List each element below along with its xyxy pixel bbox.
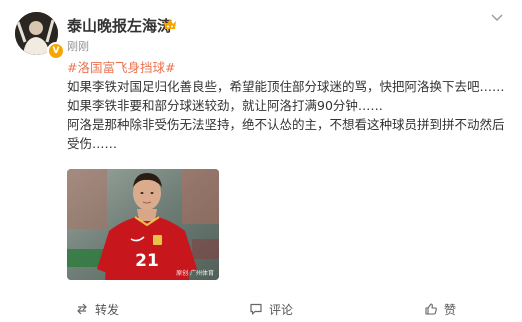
player-photo: 21 <box>67 169 219 280</box>
post-time[interactable]: 刚刚 <box>67 38 89 54</box>
thumbs-up-icon <box>425 303 437 315</box>
comment-button[interactable]: 评论 <box>249 296 293 322</box>
like-button[interactable]: 赞 <box>424 296 456 322</box>
repost-button[interactable]: 转发 <box>75 296 119 322</box>
comment-icon <box>250 303 262 315</box>
post-line-1: 如果李铁对国足归化善良些，希望能顶住部分球迷的骂，快把阿洛换下去吧…… <box>67 79 505 94</box>
action-bar: 转发 评论 赞 <box>0 296 522 322</box>
jersey-number: 21 <box>135 251 159 271</box>
post-image[interactable]: 21 原创 广州体育 <box>67 169 219 280</box>
comment-label: 评论 <box>269 302 294 317</box>
post-line-2: 如果李铁非要和部分球迷较劲，就让阿洛打满90分钟…… <box>67 98 383 113</box>
post-content: #洛国富飞身挡球# 如果李铁对国足归化善良些，希望能顶住部分球迷的骂，快把阿洛换… <box>67 58 511 153</box>
topic-link[interactable]: #洛国富飞身挡球# <box>67 60 175 75</box>
post-line-3: 阿洛是那种除非受伤无法坚持，绝不认怂的主，不想看这种球员拼到拼不动然后受伤…… <box>67 117 505 151</box>
vip-badge-icon <box>164 19 176 29</box>
chevron-down-icon[interactable] <box>486 10 508 26</box>
repost-label: 转发 <box>95 302 120 317</box>
repost-icon <box>77 303 87 315</box>
verified-badge-icon: V <box>47 42 65 60</box>
author-name[interactable]: 泰山晚报左海涛 <box>67 15 172 36</box>
like-label: 赞 <box>444 302 457 317</box>
image-watermark: 原创 广州体育 <box>176 270 214 277</box>
